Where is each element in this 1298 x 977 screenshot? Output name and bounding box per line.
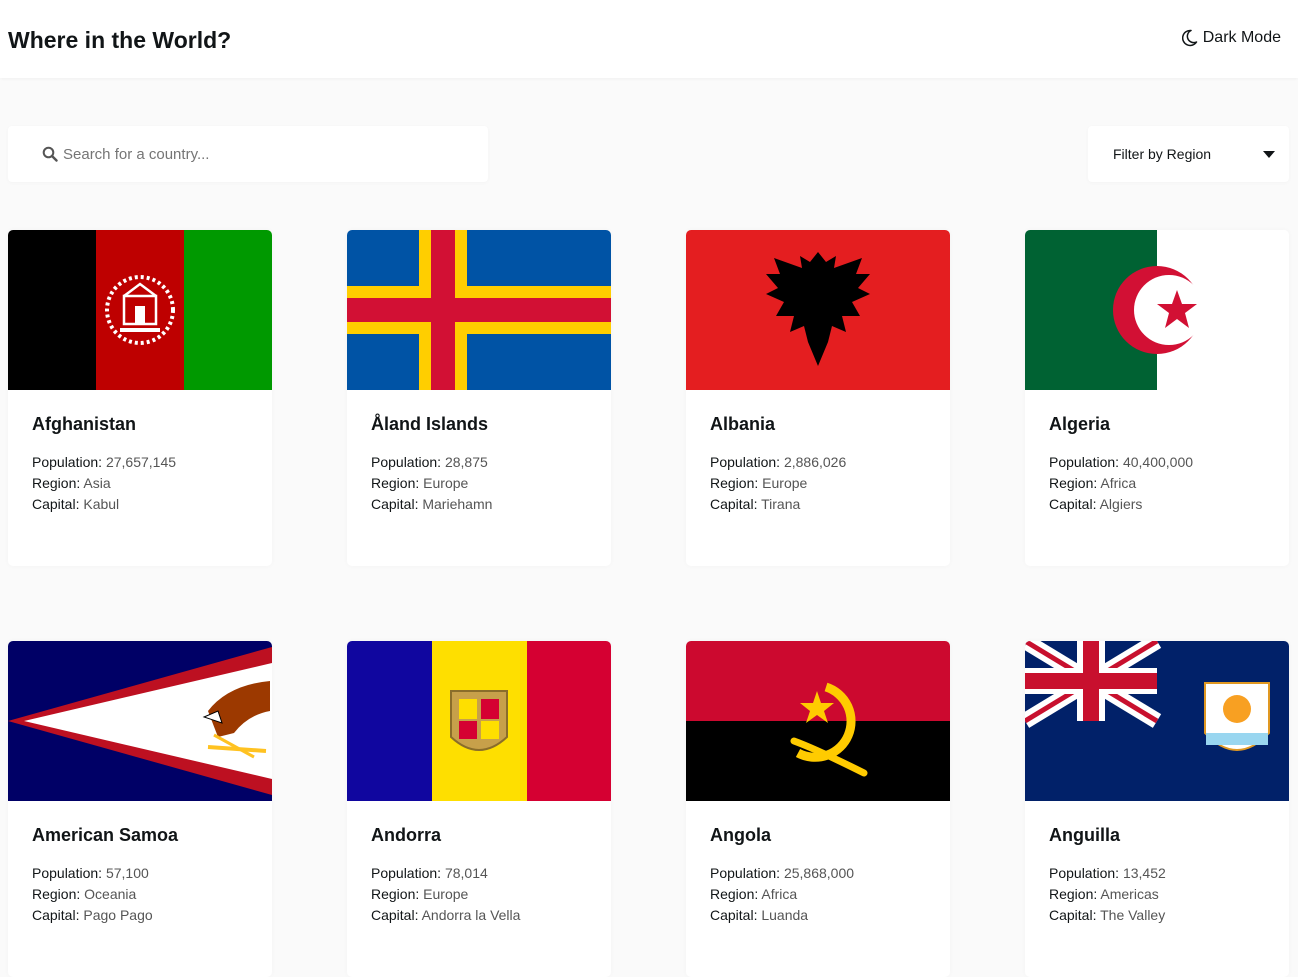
population-row: Population: 28,875: [371, 454, 488, 470]
search-icon: [42, 146, 58, 162]
region-row: Region: Europe: [371, 886, 469, 902]
country-name: Anguilla: [1049, 825, 1120, 845]
capital-row: Capital: Algiers: [1049, 496, 1143, 512]
country-name: Albania: [710, 414, 776, 434]
app-header: Where in the World? Dark Mode: [0, 0, 1298, 78]
country-card[interactable]: Anguilla Population: 13,452 Region: Amer…: [1025, 641, 1289, 977]
dark-mode-toggle[interactable]: Dark Mode: [1181, 29, 1281, 47]
country-name: Algeria: [1049, 414, 1111, 434]
capital-row: Capital: Kabul: [32, 496, 120, 512]
region-filter-label: Filter by Region: [1113, 146, 1212, 162]
flag-albania-image: [686, 230, 950, 390]
country-name: Åland Islands: [371, 414, 489, 434]
flag-algeria-image: [1025, 230, 1289, 390]
population-row: Population: 13,452: [1049, 865, 1166, 881]
region-row: Region: Africa: [710, 886, 798, 902]
chevron-down-icon: [1263, 150, 1275, 158]
country-name: Andorra: [371, 825, 442, 845]
population-row: Population: 40,400,000: [1049, 454, 1194, 470]
region-row: Region: Oceania: [32, 886, 137, 902]
page-title: Where in the World?: [8, 26, 232, 53]
region-row: Region: Africa: [1049, 475, 1137, 491]
country-card[interactable]: Andorra Population: 78,014 Region: Europ…: [347, 641, 611, 977]
region-filter-dropdown[interactable]: Filter by Region: [1088, 126, 1289, 182]
region-row: Region: Americas: [1049, 886, 1159, 902]
flag-angola-image: [686, 641, 950, 801]
capital-row: Capital: The Valley: [1049, 907, 1166, 923]
flag-aland-image: [347, 230, 611, 390]
country-card[interactable]: American Samoa Population: 57,100 Region…: [8, 641, 272, 977]
population-row: Population: 57,100: [32, 865, 149, 881]
country-card[interactable]: Afghanistan Population: 27,657,145 Regio…: [8, 230, 272, 566]
region-row: Region: Asia: [32, 475, 111, 491]
country-card[interactable]: Algeria Population: 40,400,000 Region: A…: [1025, 230, 1289, 566]
capital-row: Capital: Tirana: [710, 496, 801, 512]
dark-mode-label: Dark Mode: [1202, 29, 1281, 46]
flag-american-samoa-image: [8, 641, 272, 801]
controls-bar: Filter by Region: [8, 126, 1289, 182]
capital-row: Capital: Pago Pago: [32, 907, 153, 923]
country-name: Afghanistan: [32, 414, 137, 434]
region-row: Region: Europe: [371, 475, 469, 491]
flag-andorra-image: [347, 641, 611, 801]
search-box[interactable]: [8, 126, 488, 182]
country-name: American Samoa: [32, 825, 179, 845]
flag-anguilla-image: [1025, 641, 1289, 801]
flag-afghanistan-image: [8, 230, 272, 390]
country-card[interactable]: Åland Islands Population: 28,875 Region:…: [347, 230, 611, 566]
country-card[interactable]: Angola Population: 25,868,000 Region: Af…: [686, 641, 950, 977]
population-row: Population: 78,014: [371, 865, 488, 881]
country-card[interactable]: Albania Population: 2,886,026 Region: Eu…: [686, 230, 950, 566]
region-row: Region: Europe: [710, 475, 808, 491]
moon-icon: [1181, 29, 1197, 47]
population-row: Population: 2,886,026: [710, 454, 847, 470]
capital-row: Capital: Mariehamn: [371, 496, 493, 512]
country-name: Angola: [710, 825, 771, 845]
population-row: Population: 27,657,145: [32, 454, 177, 470]
capital-row: Capital: Luanda: [710, 907, 809, 923]
population-row: Population: 25,868,000: [710, 865, 855, 881]
search-input[interactable]: [63, 145, 443, 163]
capital-row: Capital: Andorra la Vella: [371, 907, 521, 923]
